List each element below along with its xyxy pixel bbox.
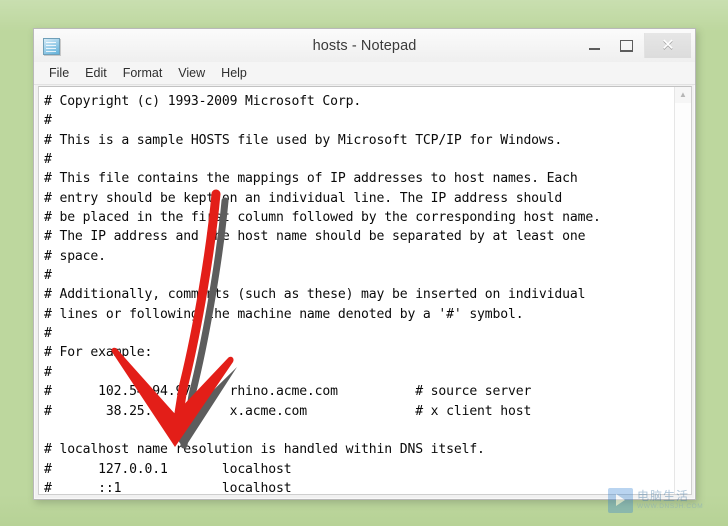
editor-line-text: # 102.54.94.97 rhino.acme.com # source s… (44, 384, 532, 400)
editor-line: # This file contains the mappings of IP … (44, 169, 674, 188)
editor-line-text: # For example: (44, 345, 153, 361)
editor-line: # ::1 localhost (44, 479, 674, 494)
window-controls: ✕ (578, 29, 695, 62)
maximize-button[interactable] (610, 29, 642, 62)
editor-line-text: # entry should be kept on an individual … (44, 190, 563, 206)
menu-item-view[interactable]: View (170, 64, 213, 83)
watermark-cn-text: 电脑生活 (637, 489, 690, 503)
editor-line: # (44, 324, 674, 343)
editor-line-text: # lines or following the machine name de… (44, 306, 524, 322)
editor-line: # space. (44, 247, 674, 266)
editor-line: # lines or following the machine name de… (44, 305, 674, 324)
menu-item-file[interactable]: File (41, 64, 77, 83)
editor-line-selected-text: # ::1 localhost (44, 480, 292, 494)
editor-line-text: # This is a sample HOSTS file used by Mi… (44, 132, 563, 148)
editor-line-text: # (44, 326, 52, 342)
scrollbar-track[interactable] (675, 103, 691, 494)
editor-line-selected-text: # 127.0.0.1 localhost (44, 461, 292, 477)
editor-line-text: # be placed in the first column followed… (44, 210, 601, 226)
editor-line-text: # The IP address and the host name shoul… (44, 229, 586, 245)
notepad-window: hosts - Notepad ✕ File Edit Format View … (33, 28, 696, 500)
maximize-icon (619, 39, 633, 52)
close-button[interactable]: ✕ (644, 33, 691, 58)
site-watermark: 电脑生活 WWW.DNSJH.COM (608, 488, 703, 513)
editor-line-text: # (44, 268, 52, 284)
close-icon: ✕ (661, 36, 675, 54)
editor-area: # Copyright (c) 1993-2009 Microsoft Corp… (38, 86, 692, 495)
editor-line: # (44, 363, 674, 382)
menu-item-edit[interactable]: Edit (77, 64, 115, 83)
notepad-document-icon (43, 37, 60, 55)
editor-line-text: # (44, 113, 52, 129)
editor-line-text: # 38.25.63.10 x.acme.com # x client host (44, 403, 532, 419)
editor-line: # (44, 266, 674, 285)
minimize-icon (588, 48, 600, 50)
editor-line-text: # This file contains the mappings of IP … (44, 171, 578, 187)
editor-line: # Copyright (c) 1993-2009 Microsoft Corp… (44, 92, 674, 111)
text-editor[interactable]: # Copyright (c) 1993-2009 Microsoft Corp… (39, 87, 674, 494)
editor-line: # be placed in the first column followed… (44, 208, 674, 227)
editor-line: # This is a sample HOSTS file used by Mi… (44, 131, 674, 150)
minimize-button[interactable] (578, 29, 610, 62)
editor-line: # 38.25.63.10 x.acme.com # x client host (44, 402, 674, 421)
window-titlebar[interactable]: hosts - Notepad ✕ (34, 29, 695, 62)
editor-line-text: # localhost name resolution is handled w… (44, 442, 485, 458)
editor-line: # Additionally, comments (such as these)… (44, 285, 674, 304)
editor-line-text: # Copyright (c) 1993-2009 Microsoft Corp… (44, 94, 362, 109)
menu-item-format[interactable]: Format (115, 64, 171, 83)
editor-line: # localhost name resolution is handled w… (44, 440, 674, 459)
editor-line: # (44, 111, 674, 130)
editor-line: # 127.0.0.1 localhost (44, 460, 674, 479)
editor-line: # For example: (44, 343, 674, 362)
vertical-scrollbar[interactable]: ▲ (674, 87, 691, 494)
editor-line: # entry should be kept on an individual … (44, 189, 674, 208)
play-button-logo-icon (608, 488, 633, 513)
menu-bar: File Edit Format View Help (34, 62, 695, 85)
watermark-en-text: WWW.DNSJH.COM (637, 503, 704, 510)
editor-line-text: # space. (44, 248, 106, 264)
editor-line-text: # Additionally, comments (such as these)… (44, 287, 586, 303)
editor-line-text: # (44, 364, 52, 380)
editor-line: # 102.54.94.97 rhino.acme.com # source s… (44, 382, 674, 401)
menu-item-help[interactable]: Help (213, 64, 255, 83)
scroll-up-arrow-icon[interactable]: ▲ (675, 87, 691, 103)
editor-line: # (44, 150, 674, 169)
editor-line-text: # (44, 152, 52, 168)
editor-line: # The IP address and the host name shoul… (44, 227, 674, 246)
